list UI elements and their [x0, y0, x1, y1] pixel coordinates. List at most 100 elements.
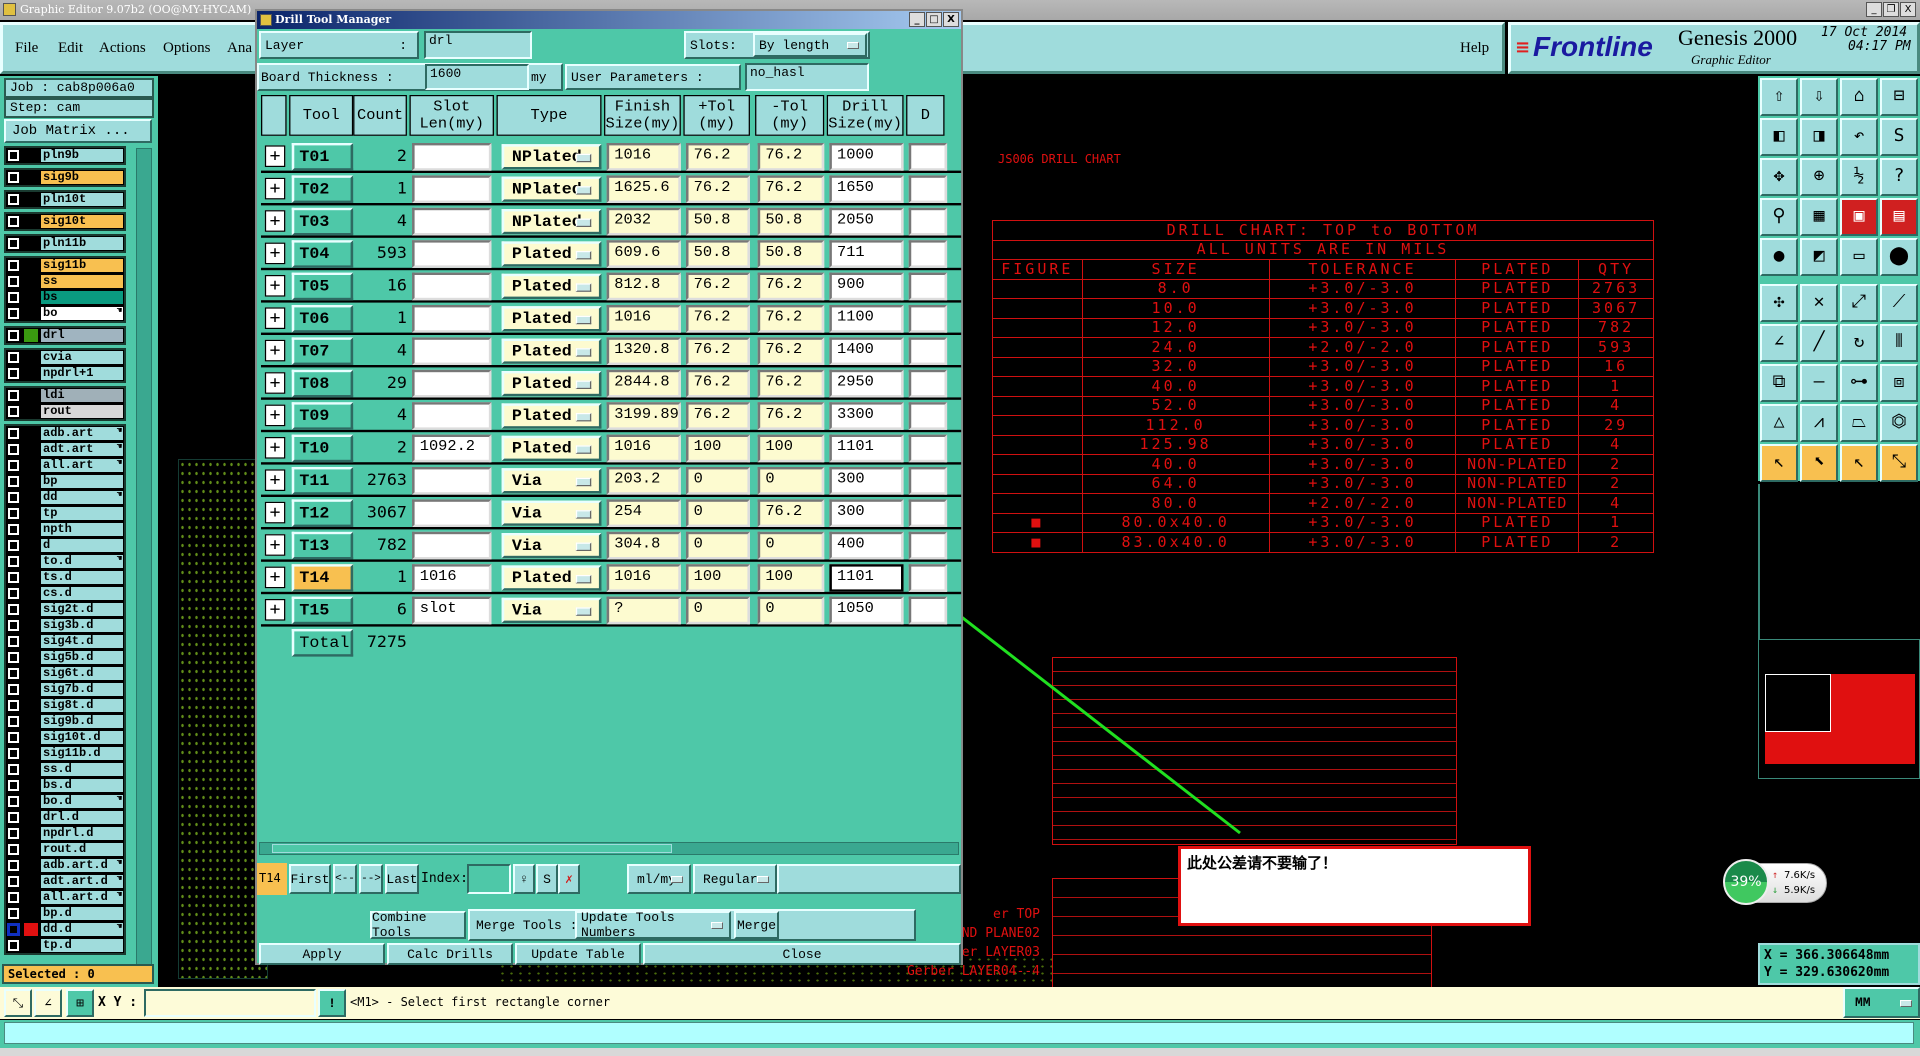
apply-button[interactable]: Apply [259, 943, 385, 965]
row-expand-icon[interactable]: + [264, 566, 286, 589]
plus-tol-field[interactable]: 100 [685, 564, 750, 592]
next-button[interactable]: --> [359, 864, 383, 894]
row-expand-icon[interactable]: + [264, 307, 286, 329]
row-expand-icon[interactable]: + [264, 599, 286, 621]
slots-dropdown[interactable]: By length [753, 33, 867, 57]
drill-size-field[interactable]: 1100 [829, 305, 904, 333]
layer-row-adb.art.d[interactable]: adb.art.d ☚ [6, 858, 124, 873]
table-horizontal-scrollbar[interactable] [259, 842, 959, 855]
slot-length-field[interactable]: slot [412, 596, 492, 625]
layer-row-dd[interactable]: dd ☚ [6, 490, 124, 505]
plus-tol-field[interactable]: 50.8 [685, 240, 750, 268]
minus-tol-field[interactable]: 0 [757, 467, 825, 495]
finish-size-field[interactable]: 1016 [606, 305, 681, 333]
minus-tol-field[interactable]: 76.2 [757, 305, 825, 333]
layer-row-npdrl+1[interactable]: npdrl+1 [6, 366, 124, 381]
scale-icon[interactable]: ½ [1840, 158, 1878, 196]
pointer-icon[interactable]: ↖ [1760, 444, 1798, 482]
center-icon[interactable]: ⊕ [1800, 158, 1838, 196]
layer-checkbox[interactable] [8, 828, 19, 839]
finish-size-field[interactable]: 1016 [606, 564, 681, 592]
slot-length-field[interactable] [412, 175, 492, 203]
layer-row-sig9b[interactable]: sig9b [6, 170, 124, 185]
type-dropdown[interactable]: Plated [501, 565, 602, 591]
slot-length-field[interactable] [412, 499, 492, 527]
layer-row-sig9b.d[interactable]: sig9b.d [6, 714, 124, 729]
tool-button[interactable]: T03 [291, 207, 354, 236]
d-field[interactable] [908, 467, 948, 495]
drill-size-field[interactable]: 3300 [829, 402, 904, 430]
minus-tol-field[interactable]: 76.2 [757, 369, 825, 398]
plus-tol-field[interactable]: 0 [685, 499, 750, 527]
minus-tol-field[interactable]: 76.2 [757, 175, 825, 203]
drill-size-field[interactable]: 900 [829, 272, 904, 301]
layers-icon[interactable]: ▤ [1880, 198, 1918, 236]
xy-input[interactable] [144, 989, 316, 1017]
type-dropdown[interactable]: Plated [501, 338, 602, 364]
layer-checkbox[interactable] [8, 588, 19, 599]
row-expand-icon[interactable]: + [264, 501, 286, 524]
layer-row-pln10t[interactable]: pln10t [6, 192, 124, 207]
slot-length-field[interactable] [412, 402, 492, 430]
layer-checkbox[interactable] [8, 260, 19, 271]
drill-size-field[interactable]: 2950 [829, 369, 904, 398]
select-area-icon[interactable]: ◩ [1800, 238, 1838, 276]
grid-icon[interactable]: ▦ [1800, 198, 1838, 236]
tool-button[interactable]: T11 [291, 467, 354, 495]
tool-button[interactable]: T10 [291, 434, 354, 463]
minus-tol-field[interactable]: 76.2 [757, 272, 825, 301]
arc-icon[interactable]: ⩘ [1800, 404, 1838, 442]
layer-checkbox[interactable] [8, 860, 19, 871]
slot-length-field[interactable] [412, 531, 492, 560]
type-dropdown[interactable]: Via [501, 500, 602, 526]
d-field[interactable] [908, 596, 948, 625]
type-dropdown[interactable]: Plated [501, 435, 602, 461]
type-dropdown[interactable]: Plated [501, 403, 602, 429]
slot-length-field[interactable] [412, 240, 492, 268]
pad-icon[interactable]: ● [1760, 238, 1798, 276]
layer-checkbox[interactable] [8, 620, 19, 631]
merge-button[interactable]: Merge [734, 911, 779, 939]
layer-checkbox[interactable] [8, 636, 19, 647]
slot-length-field[interactable] [412, 143, 492, 171]
layer-row-ts.d[interactable]: ts.d [6, 570, 124, 585]
type-dropdown[interactable]: Plated [501, 273, 602, 299]
redraw-icon[interactable]: S [1880, 118, 1918, 156]
draw-line-icon[interactable]: ╱ [1800, 324, 1838, 362]
minus-tol-field[interactable]: 0 [757, 531, 825, 560]
line-icon[interactable]: ⟋ [1880, 284, 1918, 322]
finish-size-field[interactable]: 304.8 [606, 531, 681, 560]
import-icon[interactable]: ⇩ [1800, 78, 1838, 116]
minus-tol-field[interactable]: 100 [757, 434, 825, 463]
row-expand-icon[interactable]: + [264, 210, 286, 232]
connect-icon[interactable]: ⤢ [1840, 284, 1878, 322]
drill-size-field[interactable]: 300 [829, 467, 904, 495]
user-parameters-field[interactable]: no_hasl [745, 63, 869, 91]
finish-size-field[interactable]: 254 [606, 499, 681, 527]
row-expand-icon[interactable]: + [264, 177, 286, 200]
layer-checkbox[interactable] [8, 508, 19, 519]
d-field[interactable] [908, 402, 948, 430]
layer-checkbox[interactable] [8, 292, 19, 303]
layer-checkbox[interactable] [8, 492, 19, 503]
slot-length-field[interactable]: 1092.2 [412, 434, 492, 463]
circle-icon[interactable]: ⬤ [1880, 238, 1918, 276]
layer-button[interactable]: Layer : [259, 31, 419, 59]
layer-checkbox[interactable] [8, 524, 19, 535]
drill-size-field[interactable]: 1400 [829, 337, 904, 365]
layer-checkbox[interactable] [8, 668, 19, 679]
layer-checkbox[interactable] [8, 540, 19, 551]
layer-row-tp.d[interactable]: tp.d [6, 938, 124, 953]
cpu-percent-badge[interactable]: 39% [1723, 859, 1769, 905]
layer-checkbox[interactable] [8, 732, 19, 743]
layer-row-sig8t.d[interactable]: sig8t.d [6, 698, 124, 713]
minus-tol-field[interactable]: 100 [757, 564, 825, 592]
d-field[interactable] [908, 143, 948, 171]
layer-checkbox[interactable] [8, 604, 19, 615]
type-dropdown[interactable]: Via [501, 468, 602, 494]
board-thickness-field[interactable]: 1600 [425, 64, 529, 90]
layer-row-bs[interactable]: bs [6, 290, 124, 305]
shape-icon[interactable]: ⏢ [1840, 404, 1878, 442]
layer-list-scrollbar[interactable] [136, 148, 152, 978]
drill-size-field[interactable]: 1650 [829, 175, 904, 203]
